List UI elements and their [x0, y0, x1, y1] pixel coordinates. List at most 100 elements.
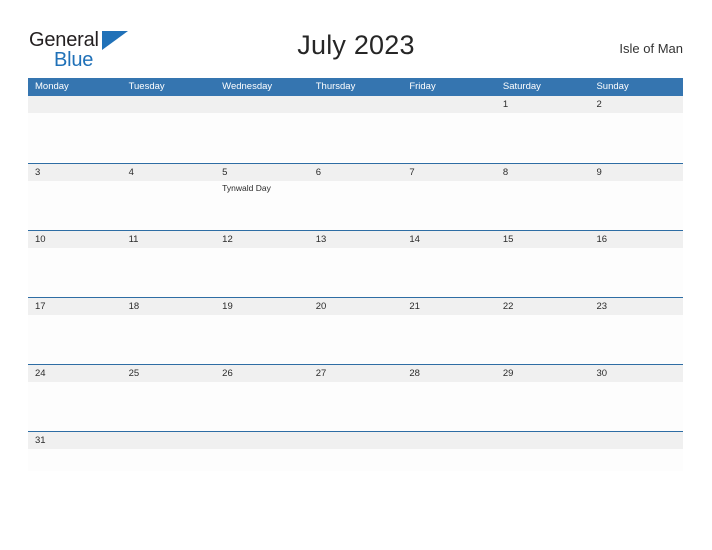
- day-cell-number[interactable]: 16: [589, 231, 683, 248]
- day-cell-event[interactable]: [496, 248, 590, 297]
- day-cell-number[interactable]: 29: [496, 365, 590, 382]
- day-cell-event[interactable]: [309, 113, 403, 162]
- day-cell-number[interactable]: 7: [402, 164, 496, 181]
- day-cell-number[interactable]: 10: [28, 231, 122, 248]
- day-cell-number[interactable]: [496, 432, 590, 449]
- calendar-week-row: 1 2: [28, 96, 683, 163]
- day-cell-event[interactable]: [589, 181, 683, 230]
- day-cell-number[interactable]: 3: [28, 164, 122, 181]
- day-cell-event[interactable]: [309, 181, 403, 230]
- day-cell-number[interactable]: 1: [496, 96, 590, 113]
- calendar-page: General Blue July 2023 Isle of Man Monda…: [0, 0, 712, 550]
- day-cell-event[interactable]: [215, 315, 309, 364]
- day-cell-event[interactable]: [589, 449, 683, 471]
- day-cell-number[interactable]: 17: [28, 298, 122, 315]
- day-cell-number[interactable]: 28: [402, 365, 496, 382]
- day-cell-number[interactable]: 18: [122, 298, 216, 315]
- day-cell-event[interactable]: [496, 315, 590, 364]
- day-cell-number[interactable]: 6: [309, 164, 403, 181]
- week-event-strip: [28, 382, 683, 431]
- day-cell-event[interactable]: [496, 181, 590, 230]
- day-cell-number[interactable]: 20: [309, 298, 403, 315]
- day-cell-event[interactable]: [28, 248, 122, 297]
- day-cell-number[interactable]: 5: [215, 164, 309, 181]
- weekday-header-row: Monday Tuesday Wednesday Thursday Friday…: [28, 78, 683, 96]
- day-cell-event[interactable]: [28, 382, 122, 431]
- day-cell-event[interactable]: [402, 181, 496, 230]
- day-cell-event[interactable]: [309, 382, 403, 431]
- day-cell-number[interactable]: 12: [215, 231, 309, 248]
- day-cell-number[interactable]: 24: [28, 365, 122, 382]
- day-cell-number[interactable]: [215, 432, 309, 449]
- day-cell-event[interactable]: [496, 113, 590, 162]
- calendar-week-row: 3 4 5 6 7 8 9 Tynwald Day: [28, 163, 683, 230]
- day-cell-event[interactable]: [496, 449, 590, 471]
- day-cell-event[interactable]: [122, 248, 216, 297]
- day-cell-number[interactable]: 31: [28, 432, 122, 449]
- day-cell-number[interactable]: 23: [589, 298, 683, 315]
- day-cell-number[interactable]: 21: [402, 298, 496, 315]
- day-cell-event[interactable]: [215, 248, 309, 297]
- day-cell-event[interactable]: [402, 382, 496, 431]
- week-event-strip: [28, 113, 683, 162]
- day-cell-number[interactable]: [402, 96, 496, 113]
- day-cell-event[interactable]: [215, 382, 309, 431]
- day-cell-number[interactable]: 15: [496, 231, 590, 248]
- day-cell-event[interactable]: [589, 248, 683, 297]
- day-cell-event[interactable]: [122, 382, 216, 431]
- weekday-header-wednesday: Wednesday: [222, 81, 273, 92]
- day-cell-event[interactable]: [28, 181, 122, 230]
- day-cell-event[interactable]: [402, 315, 496, 364]
- day-cell-event[interactable]: [215, 113, 309, 162]
- day-cell-number[interactable]: [28, 96, 122, 113]
- weekday-header-saturday: Saturday: [502, 81, 541, 92]
- day-cell-event[interactable]: Tynwald Day: [215, 181, 309, 230]
- day-cell-event[interactable]: [28, 449, 122, 471]
- day-cell-number[interactable]: [215, 96, 309, 113]
- day-cell-event[interactable]: [28, 113, 122, 162]
- week-day-number-strip: 31: [28, 432, 683, 449]
- day-cell-number[interactable]: 8: [496, 164, 590, 181]
- day-cell-number[interactable]: [589, 432, 683, 449]
- day-cell-event[interactable]: [589, 113, 683, 162]
- day-cell-number[interactable]: [309, 96, 403, 113]
- day-cell-event[interactable]: [589, 382, 683, 431]
- day-cell-number[interactable]: 27: [309, 365, 403, 382]
- day-cell-event[interactable]: [496, 382, 590, 431]
- week-event-strip: [28, 248, 683, 297]
- day-cell-number[interactable]: 22: [496, 298, 590, 315]
- day-cell-event[interactable]: [28, 315, 122, 364]
- day-cell-event[interactable]: [589, 315, 683, 364]
- day-cell-event[interactable]: [402, 113, 496, 162]
- day-cell-number[interactable]: 2: [589, 96, 683, 113]
- day-cell-number[interactable]: 14: [402, 231, 496, 248]
- day-cell-number[interactable]: 13: [309, 231, 403, 248]
- day-cell-number[interactable]: 11: [122, 231, 216, 248]
- day-cell-number[interactable]: [402, 432, 496, 449]
- day-cell-number[interactable]: [122, 96, 216, 113]
- day-cell-number[interactable]: 4: [122, 164, 216, 181]
- day-cell-number[interactable]: 30: [589, 365, 683, 382]
- day-cell-event[interactable]: [122, 315, 216, 364]
- week-event-strip: Tynwald Day: [28, 181, 683, 230]
- day-cell-number[interactable]: 19: [215, 298, 309, 315]
- day-cell-number[interactable]: [122, 432, 216, 449]
- day-cell-event[interactable]: [402, 248, 496, 297]
- calendar-week-row: 10 11 12 13 14 15 16: [28, 230, 683, 297]
- day-cell-event[interactable]: [122, 113, 216, 162]
- day-cell-event[interactable]: [309, 449, 403, 471]
- weekday-header-monday: Monday: [35, 81, 69, 92]
- page-header: General Blue July 2023 Isle of Man: [0, 0, 712, 78]
- calendar-grid: Monday Tuesday Wednesday Thursday Friday…: [28, 78, 683, 471]
- day-cell-event[interactable]: [309, 315, 403, 364]
- day-cell-event[interactable]: [402, 449, 496, 471]
- day-cell-event[interactable]: [122, 449, 216, 471]
- day-cell-event[interactable]: [309, 248, 403, 297]
- day-cell-number[interactable]: [309, 432, 403, 449]
- week-day-number-strip: 17 18 19 20 21 22 23: [28, 298, 683, 315]
- day-cell-event[interactable]: [215, 449, 309, 471]
- day-cell-event[interactable]: [122, 181, 216, 230]
- day-cell-number[interactable]: 25: [122, 365, 216, 382]
- day-cell-number[interactable]: 9: [589, 164, 683, 181]
- day-cell-number[interactable]: 26: [215, 365, 309, 382]
